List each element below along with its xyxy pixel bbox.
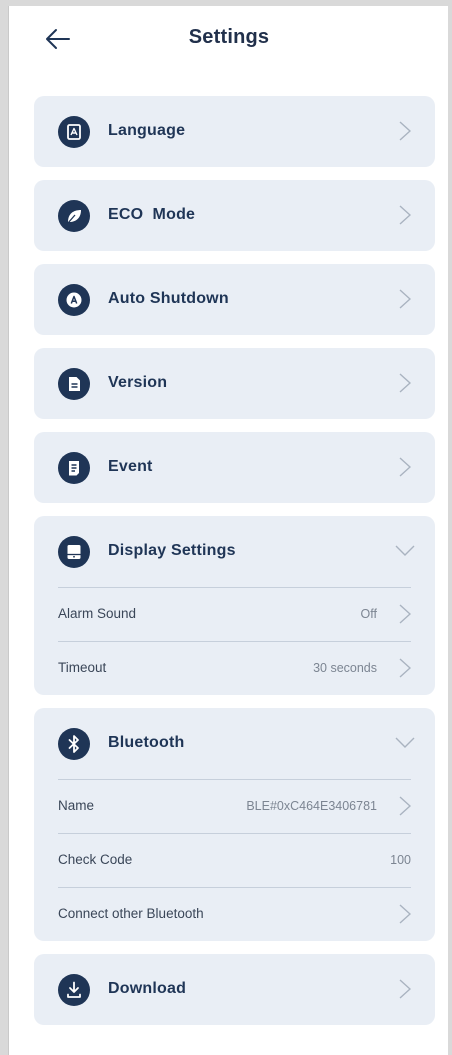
timeout-label: Timeout xyxy=(58,660,107,675)
divider xyxy=(58,833,411,834)
document-icon xyxy=(58,368,90,400)
auto-shutdown-row[interactable]: Auto Shutdown xyxy=(34,264,435,335)
check-code-value: 100 xyxy=(390,853,411,867)
check-code-row: Check Code 100 xyxy=(34,833,435,887)
divider xyxy=(58,779,411,780)
chevron-right-icon xyxy=(399,604,411,624)
header: Settings xyxy=(9,6,448,72)
event-label: Event xyxy=(108,458,153,475)
version-row[interactable]: Version xyxy=(34,348,435,419)
chevron-right-icon xyxy=(399,796,411,816)
chevron-down-icon xyxy=(395,545,415,556)
leaf-icon xyxy=(58,200,90,232)
auto-icon xyxy=(58,284,90,316)
display-settings-label: Display Settings xyxy=(108,542,236,559)
bluetooth-name-value: BLE#0xC464E3406781 xyxy=(246,799,377,813)
timeout-value: 30 seconds xyxy=(313,661,377,675)
page-title: Settings xyxy=(188,26,270,48)
divider xyxy=(58,641,411,642)
event-row[interactable]: Event xyxy=(34,432,435,503)
alarm-sound-label: Alarm Sound xyxy=(58,606,137,621)
connect-other-bluetooth-label: Connect other Bluetooth xyxy=(58,906,204,921)
bluetooth-name-label: Name xyxy=(58,798,95,813)
language-label: Language xyxy=(108,122,186,139)
chevron-right-icon xyxy=(399,658,411,678)
download-icon xyxy=(58,974,90,1006)
eco-mode-row[interactable]: ECO Mode xyxy=(34,180,435,251)
alarm-sound-value: Off xyxy=(360,607,377,621)
language-row[interactable]: Language xyxy=(34,96,435,167)
chevron-right-icon xyxy=(399,289,411,309)
timeout-row[interactable]: Timeout 30 seconds xyxy=(34,641,435,695)
connect-other-bluetooth-row[interactable]: Connect other Bluetooth xyxy=(34,887,435,941)
event-card: Event xyxy=(34,432,435,503)
auto-shutdown-label: Auto Shutdown xyxy=(108,290,229,307)
divider xyxy=(58,887,411,888)
chevron-right-icon xyxy=(399,121,411,141)
settings-screen: Settings Language ECO Mode Auto Shutdown… xyxy=(8,6,448,1055)
bluetooth-icon xyxy=(58,728,90,760)
bluetooth-name-row[interactable]: Name BLE#0xC464E3406781 xyxy=(34,779,435,833)
check-code-label: Check Code xyxy=(58,852,133,867)
chevron-down-icon xyxy=(395,737,415,748)
display-settings-row[interactable]: Display Settings xyxy=(34,516,435,587)
eco-mode-label: ECO Mode xyxy=(108,206,196,223)
bluetooth-card: Bluetooth Name BLE#0xC464E3406781 Check … xyxy=(34,708,435,941)
version-label: Version xyxy=(108,374,168,391)
download-label: Download xyxy=(108,980,187,997)
display-icon xyxy=(58,536,90,568)
eco-mode-card: ECO Mode xyxy=(34,180,435,251)
bluetooth-row[interactable]: Bluetooth xyxy=(34,708,435,779)
alarm-sound-row[interactable]: Alarm Sound Off xyxy=(34,587,435,641)
event-icon xyxy=(58,452,90,484)
auto-shutdown-card: Auto Shutdown xyxy=(34,264,435,335)
divider xyxy=(58,587,411,588)
language-icon xyxy=(58,116,90,148)
language-card: Language xyxy=(34,96,435,167)
download-row[interactable]: Download xyxy=(34,954,435,1025)
version-card: Version xyxy=(34,348,435,419)
download-card: Download xyxy=(34,954,435,1025)
chevron-right-icon xyxy=(399,457,411,477)
display-settings-card: Display Settings Alarm Sound Off Timeout… xyxy=(34,516,435,695)
chevron-right-icon xyxy=(399,979,411,999)
chevron-right-icon xyxy=(399,205,411,225)
chevron-right-icon xyxy=(399,904,411,924)
bluetooth-label: Bluetooth xyxy=(108,734,185,751)
chevron-right-icon xyxy=(399,373,411,393)
